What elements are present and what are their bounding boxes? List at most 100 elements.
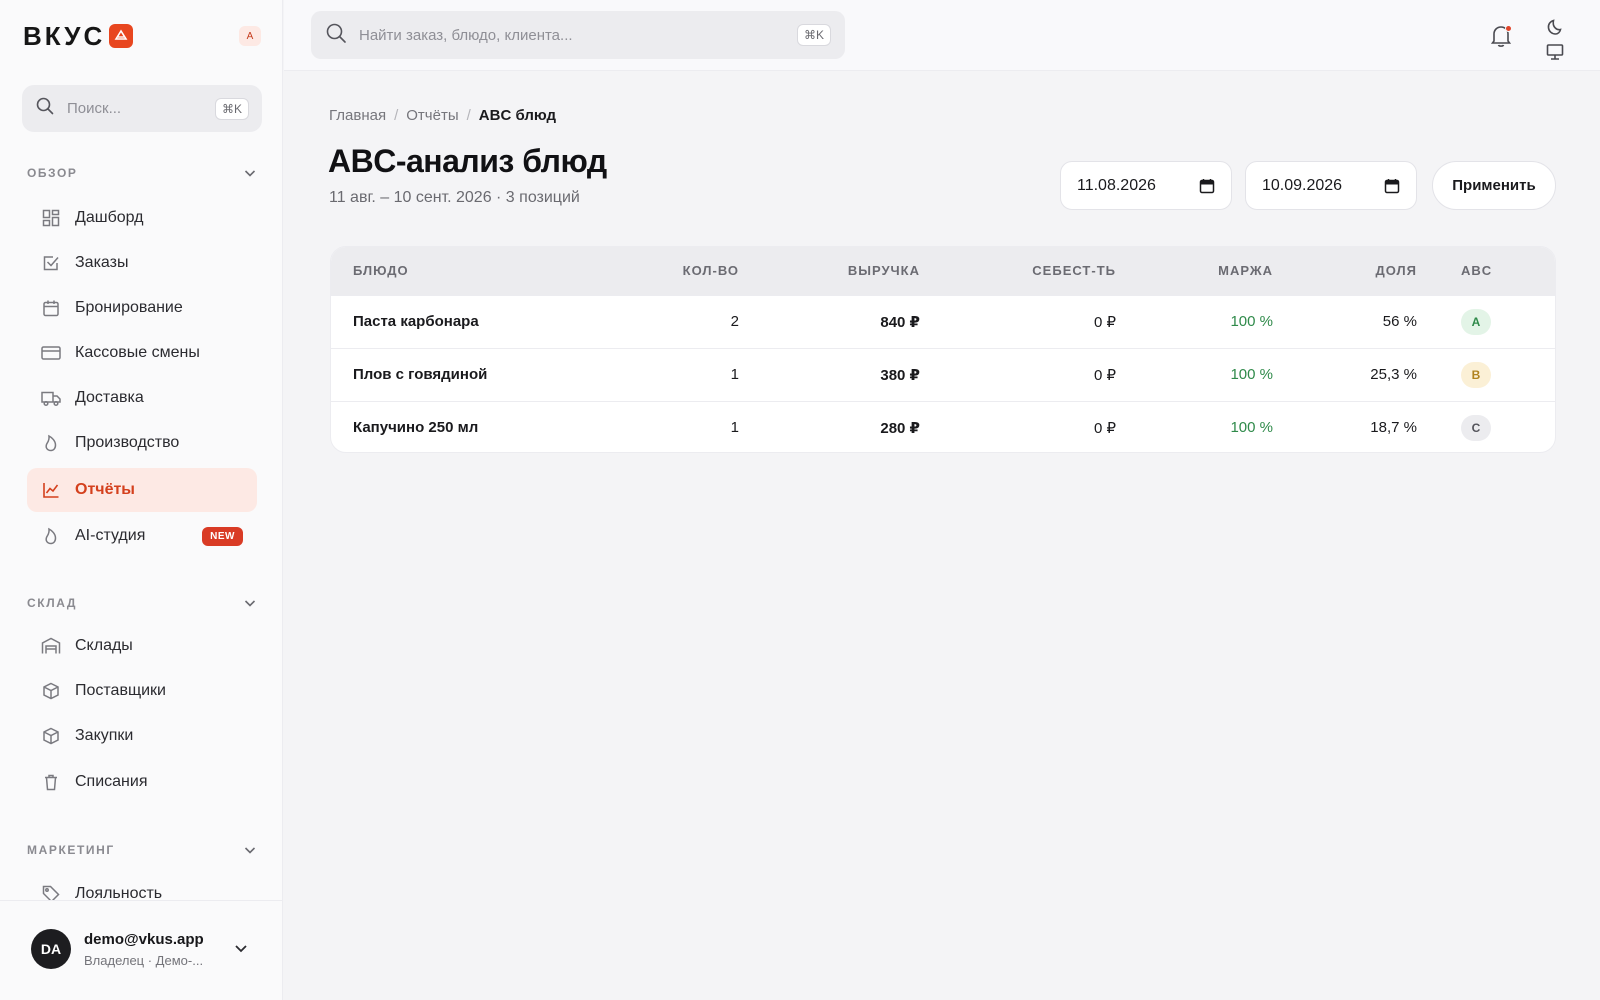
table-header-row: БЛЮДО КОЛ-ВО ВЫРУЧКА СЕБЕСТ-ТЬ МАРЖА ДОЛ… [331,247,1555,295]
sidebar-item-label: Кассовые смены [75,344,200,361]
sidebar-item-write-offs[interactable]: Списания [27,760,257,804]
column-header-share[interactable]: ДОЛЯ [1273,247,1417,295]
sidebar-item-label: Склады [75,637,133,654]
global-search-input[interactable]: Найти заказ, блюдо, клиента... [359,27,785,44]
global-search[interactable]: Найти заказ, блюдо, клиента... ⌘K [311,11,845,59]
date-to-input[interactable]: 10.09.2026 [1245,161,1417,210]
breadcrumb-home[interactable]: Главная [329,107,386,124]
chevron-down-icon [244,847,256,854]
sidebar-item-cash-shifts[interactable]: Кассовые смены [27,331,257,375]
dish-margin: 100 % [1116,347,1273,401]
sidebar: ВКУС A Поиск... ⌘K ОБЗОР Дашборд Заказы … [0,0,283,1000]
column-header-abc[interactable]: ABC [1417,247,1555,295]
dish-name: Капучино 250 мл [331,400,596,452]
dish-qty: 2 [596,294,739,348]
section-marketing[interactable]: МАРКЕТИНГ [27,843,257,857]
section-warehouse[interactable]: СКЛАД [27,596,257,610]
sidebar-item-label: AI-студия [75,527,146,544]
dish-cost: 0 ₽ [920,400,1116,452]
dish-margin: 100 % [1116,400,1273,452]
column-header-margin[interactable]: МАРЖА [1116,247,1273,295]
dish-share: 18,7 % [1273,400,1417,452]
search-icon [35,96,55,121]
breadcrumb-reports[interactable]: Отчёты [406,107,458,124]
abc-class-badge: B [1461,361,1491,388]
brand-logo[interactable]: ВКУС [23,20,134,52]
breadcrumb-separator: / [394,107,399,124]
chart-icon [41,480,61,500]
box-icon [41,681,61,701]
notification-dot [1505,25,1512,32]
dish-revenue: 280 ₽ [739,400,920,452]
abc-cell: C [1417,400,1555,452]
calendar-icon[interactable] [1199,178,1215,194]
monitor-icon[interactable] [1546,43,1564,61]
chevron-down-icon [244,170,256,177]
sidebar-item-ai-studio[interactable]: AI-студия NEW [27,514,257,558]
search-icon [325,22,347,49]
section-overview[interactable]: ОБЗОР [27,166,257,180]
dish-cost: 0 ₽ [920,294,1116,348]
section-title: МАРКЕТИНГ [27,843,115,857]
dish-share: 25,3 % [1273,347,1417,401]
section-title: ОБЗОР [27,166,78,180]
brand-mark-icon [109,24,134,48]
sidebar-item-suppliers[interactable]: Поставщики [27,669,257,713]
sidebar-item-label: Бронирование [75,299,183,316]
shortcut-hint: ⌘K [214,97,249,120]
sidebar-item-label: Отчёты [75,481,135,498]
sidebar-item-label: Производство [75,434,180,451]
sidebar-search[interactable]: Поиск... ⌘K [22,85,262,132]
workspace-badge[interactable]: A [239,26,261,46]
dish-qty: 1 [596,400,739,452]
section-title: СКЛАД [27,596,78,610]
dashboard-icon [41,208,61,228]
column-header-revenue[interactable]: ВЫРУЧКА [739,247,920,295]
sidebar-item-label: Заказы [75,254,129,271]
dish-share: 56 % [1273,294,1417,348]
column-header-cost[interactable]: СЕБЕСТ-ТЬ [920,247,1116,295]
user-menu[interactable]: DA demo@vkus.app Владелец · Демо-... [0,900,282,1000]
flame-icon [41,526,61,546]
avatar: DA [31,929,71,969]
table-row[interactable]: Капучино 250 мл 1 280 ₽ 0 ₽ 100 % 18,7 %… [331,400,1555,452]
dish-name: Паста карбонара [331,294,596,348]
user-role: Владелец · Демо-... [84,953,204,968]
table-row[interactable]: Паста карбонара 2 840 ₽ 0 ₽ 100 % 56 % A [331,294,1555,348]
sidebar-item-warehouses[interactable]: Склады [27,624,257,668]
user-email: demo@vkus.app [84,931,204,948]
calendar-icon[interactable] [1384,178,1400,194]
date-from-value: 11.08.2026 [1077,176,1156,194]
sidebar-item-dashboard[interactable]: Дашборд [27,196,257,240]
apply-button[interactable]: Применить [1432,161,1556,210]
chevron-down-icon[interactable] [232,939,250,957]
breadcrumb-separator: / [466,107,471,124]
abc-class-badge: C [1461,414,1491,441]
column-header-dish[interactable]: БЛЮДО [331,247,596,295]
sidebar-item-reports[interactable]: Отчёты [27,468,257,512]
truck-icon [41,388,61,408]
sidebar-search-input[interactable]: Поиск... [67,100,203,117]
sidebar-item-label: Доставка [75,389,144,406]
sidebar-item-delivery[interactable]: Доставка [27,376,257,420]
moon-icon[interactable] [1546,18,1564,36]
breadcrumb: Главная / Отчёты / ABC блюд [329,107,556,124]
sidebar-item-purchases[interactable]: Закупки [27,714,257,758]
sidebar-item-production[interactable]: Производство [27,421,257,465]
sidebar-item-booking[interactable]: Бронирование [27,286,257,330]
sidebar-item-label: Списания [75,773,148,790]
column-header-qty[interactable]: КОЛ-ВО [596,247,739,295]
flame-icon [41,433,61,453]
table-row[interactable]: Плов с говядиной 1 380 ₽ 0 ₽ 100 % 25,3 … [331,347,1555,401]
sidebar-item-orders[interactable]: Заказы [27,241,257,285]
page-subtitle: 11 авг. – 10 сент. 2026 · 3 позиций [329,189,580,206]
page-title: ABC-анализ блюд [328,143,607,179]
dish-qty: 1 [596,347,739,401]
new-badge: NEW [202,526,243,546]
card-icon [41,343,61,363]
dish-cost: 0 ₽ [920,347,1116,401]
date-from-input[interactable]: 11.08.2026 [1060,161,1232,210]
box-icon [41,726,61,746]
checkbox-icon [41,253,61,273]
abc-cell: A [1417,294,1555,348]
